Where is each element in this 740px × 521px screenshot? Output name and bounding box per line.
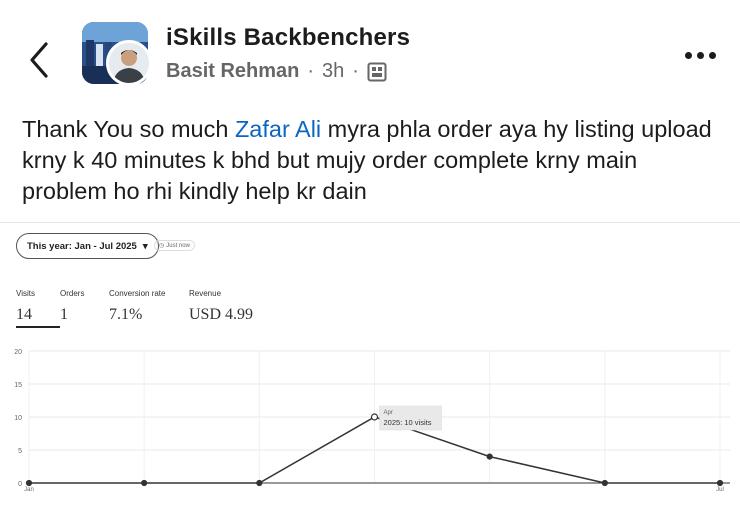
post-time: 3h	[322, 60, 345, 82]
data-point	[256, 479, 263, 487]
stat-value: USD 4.99	[189, 306, 254, 323]
attached-stats-screenshot[interactable]: This year: Jan - Jul 2025 ▾ ◷ Just now V…	[0, 222, 740, 521]
last-updated-badge: ◷ Just now	[154, 240, 195, 251]
y-tick-label: 15	[14, 382, 22, 389]
post-body: Thank You so much Zafar Ali myra phla or…	[22, 114, 722, 207]
chevron-left-icon[interactable]	[24, 38, 56, 82]
data-point	[716, 479, 724, 487]
x-tick-label: Jul	[716, 487, 724, 493]
tooltip-title: Apr	[384, 410, 393, 416]
caret-down-icon: ▾	[142, 240, 148, 252]
post-text-before: Thank You so much	[22, 116, 235, 142]
author-avatar[interactable]	[106, 40, 152, 86]
clock-icon: ◷	[159, 243, 165, 249]
x-tick-label: Jan	[24, 487, 34, 493]
stat-value: 1	[60, 306, 68, 323]
data-point	[601, 479, 608, 487]
y-tick-label: 5	[18, 448, 22, 455]
more-icon-dot	[709, 52, 716, 59]
stat-visits[interactable]: Visits 14	[16, 289, 60, 328]
data-point	[25, 479, 33, 487]
y-tick-label: 20	[14, 349, 22, 356]
meta-separator: ·	[307, 60, 315, 82]
data-point	[486, 453, 493, 460]
y-tick-label: 0	[18, 481, 22, 488]
stats-row: Visits 14 Orders 1 Conversion rate 7.1% …	[16, 289, 289, 328]
stat-revenue[interactable]: Revenue USD 4.99	[189, 289, 289, 328]
group-photo-icon	[367, 62, 387, 81]
date-range-dropdown[interactable]: This year: Jan - Jul 2025 ▾	[16, 233, 159, 259]
stat-label: Visits	[16, 289, 35, 298]
stat-orders[interactable]: Orders 1	[60, 289, 109, 328]
stat-value: 7.1%	[109, 306, 143, 323]
author-name[interactable]: Basit Rehman	[166, 60, 299, 83]
group-name[interactable]: iSkills Backbenchers	[166, 24, 410, 52]
more-options-button[interactable]	[685, 52, 716, 59]
stat-label: Orders	[60, 289, 85, 298]
stat-value: 14	[16, 303, 60, 328]
more-icon-dot	[697, 52, 704, 59]
post-meta: Basit Rehman · 3h ·	[166, 60, 387, 83]
y-tick-label: 10	[14, 415, 22, 422]
tooltip-text: 2025: 10 visits	[384, 418, 432, 427]
stat-label: Revenue	[189, 289, 222, 298]
data-point	[370, 413, 379, 421]
mention-link[interactable]: Zafar Ali	[235, 116, 321, 142]
stat-conversion-rate[interactable]: Conversion rate 7.1%	[109, 289, 189, 328]
last-updated-text: Just now	[166, 242, 190, 249]
date-range-label: This year: Jan - Jul 2025	[27, 240, 137, 252]
data-point	[141, 479, 148, 487]
more-icon-dot	[685, 52, 692, 59]
meta-separator-2: ·	[352, 60, 359, 82]
post-header: iSkills Backbenchers Basit Rehman · 3h ·	[0, 0, 740, 100]
stat-label: Conversion rate	[109, 289, 166, 298]
visits-line-chart[interactable]: 0 5 10 15 20 Jan Jul Apr 2025: 10 visits	[0, 341, 740, 501]
